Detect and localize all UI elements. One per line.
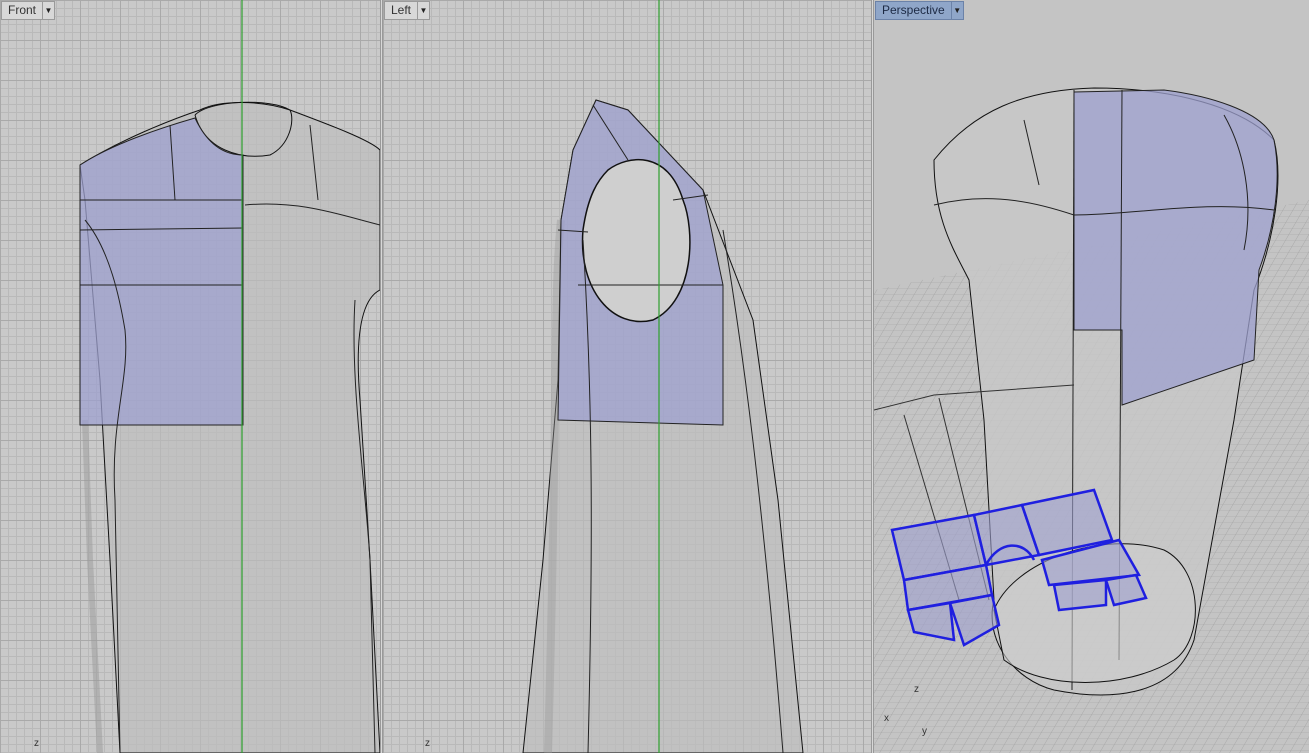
perspective-viewport-label[interactable]: Perspective (876, 2, 951, 19)
chevron-down-icon[interactable]: ▼ (417, 2, 429, 19)
perspective-axis-z: z (914, 684, 919, 695)
front-axis-z: z (34, 738, 39, 749)
perspective-axis-y: y (922, 726, 927, 737)
front-viewport-tab[interactable]: Front ▼ (1, 1, 56, 20)
viewport-left[interactable]: Left ▼ z (383, 0, 871, 753)
viewport-perspective[interactable]: Perspective ▼ z x y (874, 0, 1309, 753)
perspective-viewport-tab[interactable]: Perspective ▼ (875, 1, 964, 20)
front-viewport-label[interactable]: Front (2, 2, 42, 19)
viewport-front[interactable]: Front ▼ z (0, 0, 380, 753)
chevron-down-icon[interactable]: ▼ (950, 2, 963, 19)
left-axis-z: z (425, 738, 430, 749)
left-viewport-label[interactable]: Left (385, 2, 417, 19)
left-viewport-tab[interactable]: Left ▼ (384, 1, 431, 20)
perspective-model (874, 87, 1309, 753)
chevron-down-icon[interactable]: ▼ (42, 2, 54, 19)
front-model (79, 0, 380, 753)
left-model (522, 0, 804, 753)
perspective-axis-x: x (884, 713, 889, 724)
